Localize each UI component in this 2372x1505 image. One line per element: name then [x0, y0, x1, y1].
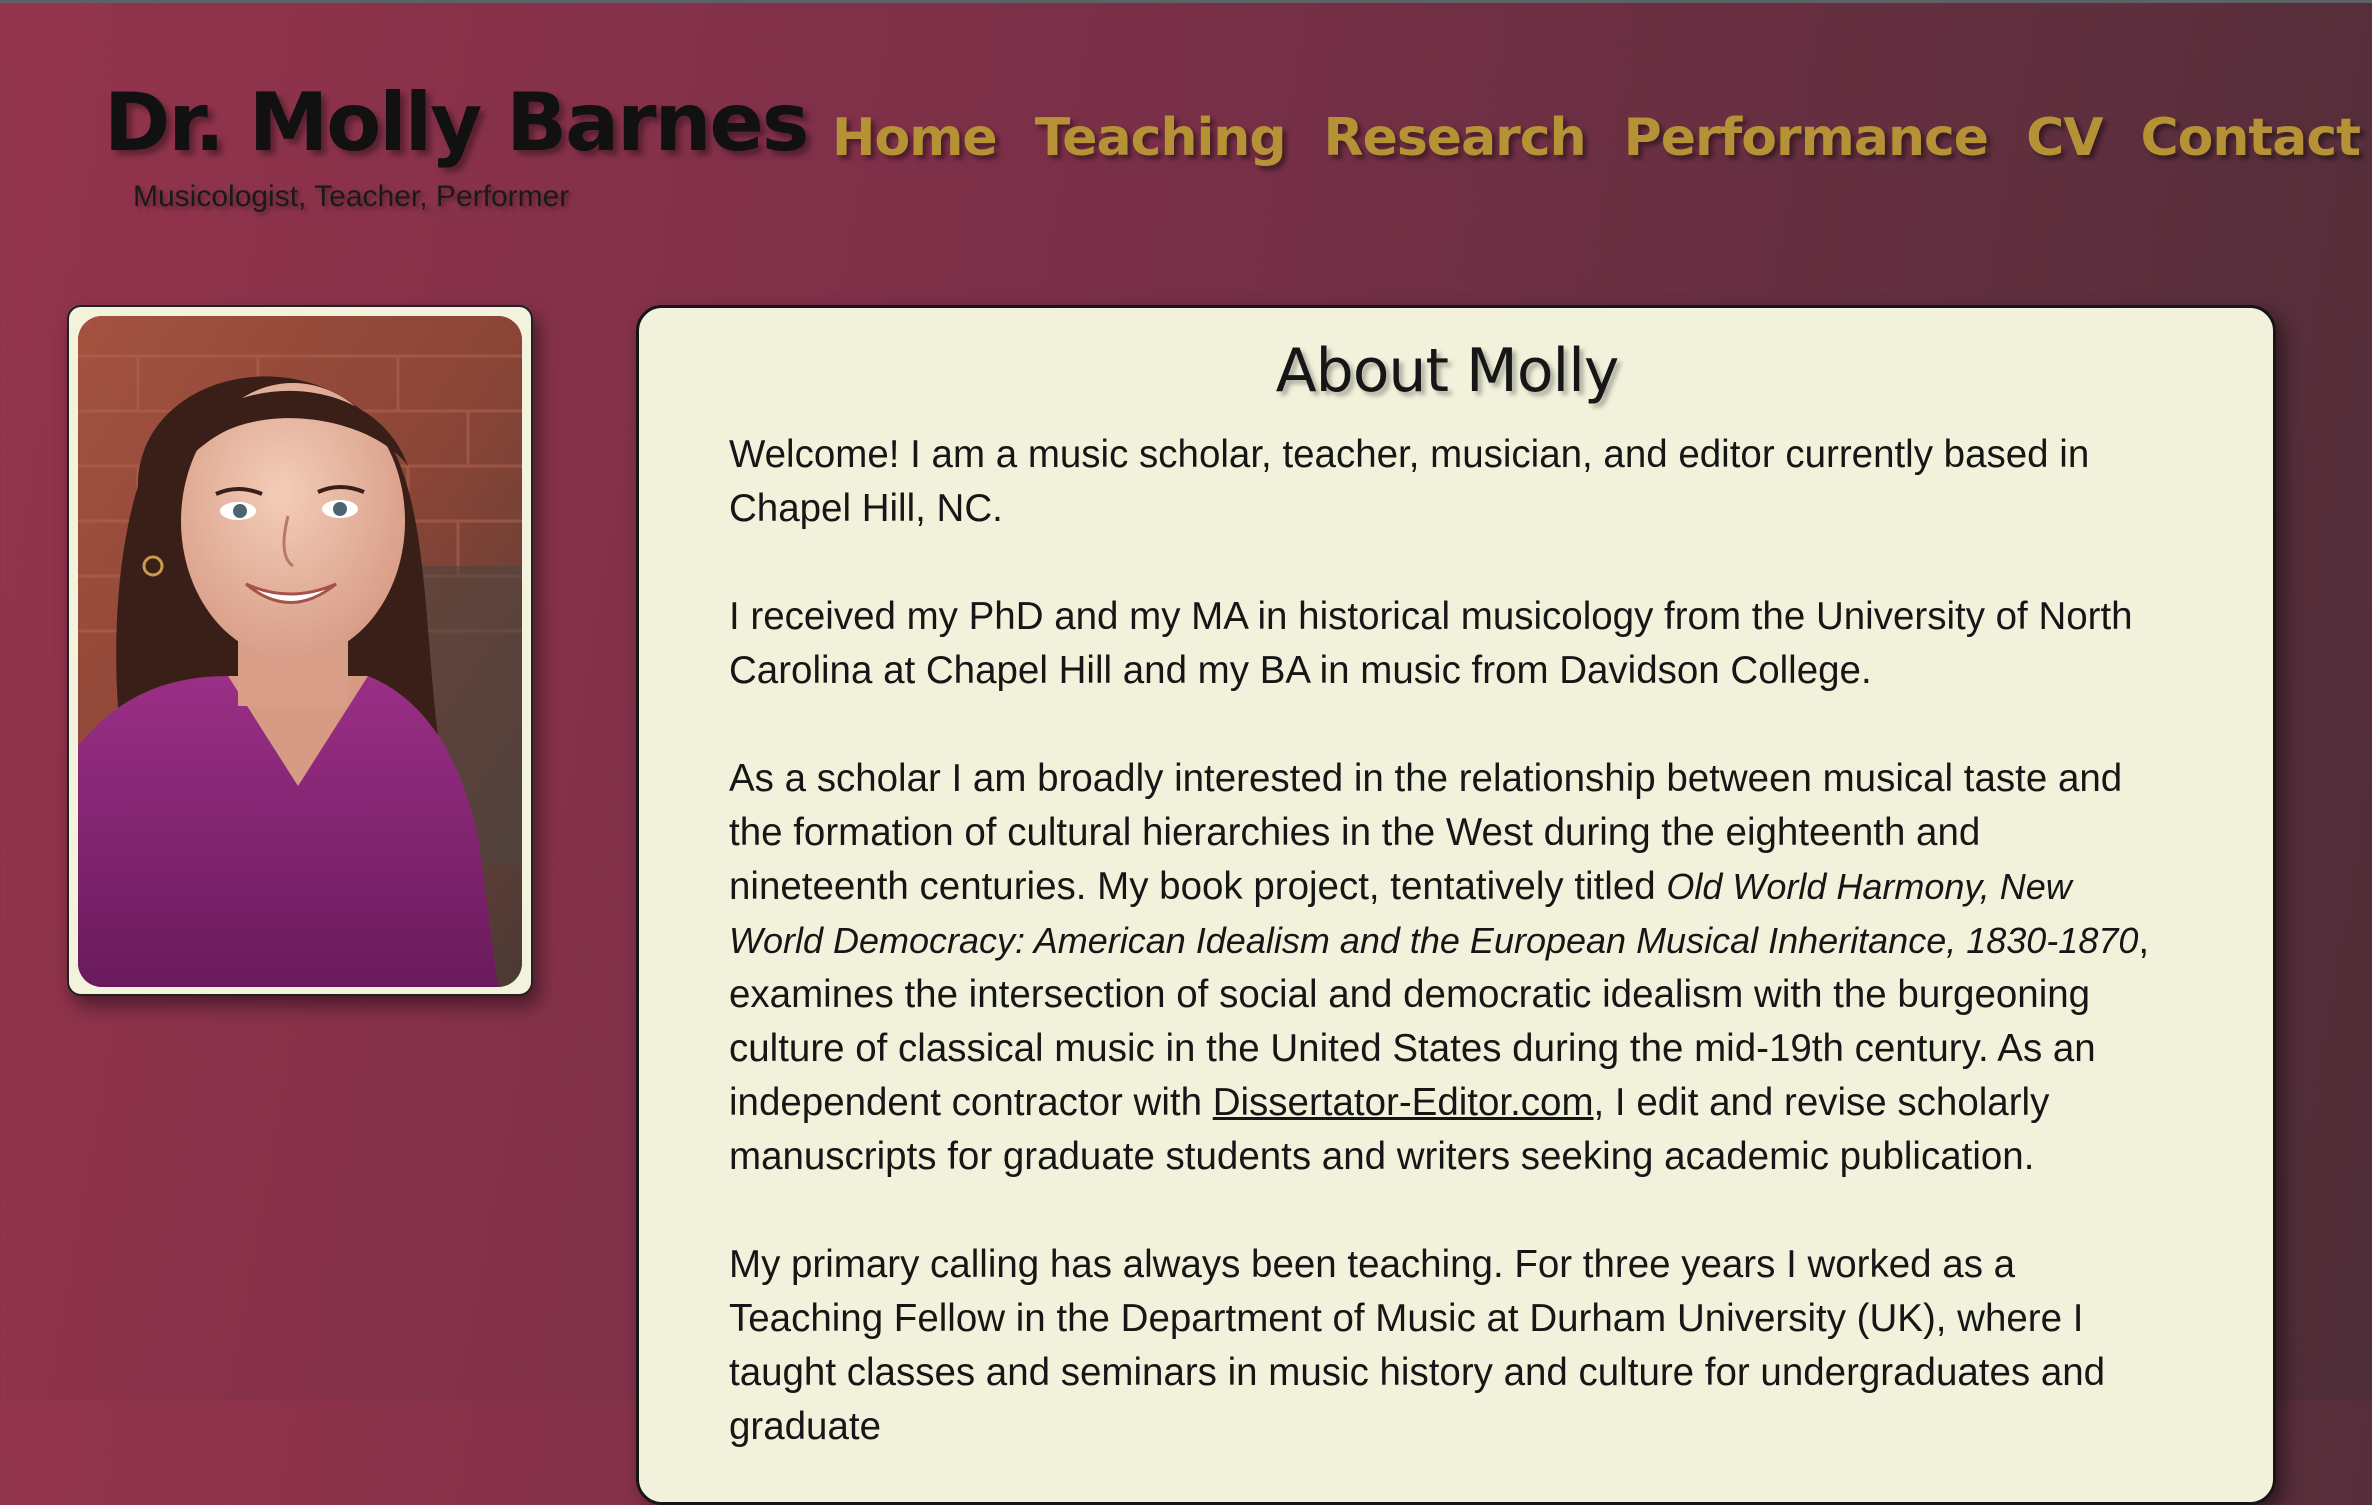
nav-teaching-link[interactable]: Teaching	[1035, 108, 1287, 168]
portrait-photo	[78, 316, 522, 987]
portrait-illustration	[78, 316, 522, 987]
nav-contact-link[interactable]: Contact	[2140, 108, 2361, 168]
dissertator-editor-link[interactable]: Dissertator-Editor.com	[1213, 1081, 1594, 1124]
nav-performance-link[interactable]: Performance	[1624, 108, 1989, 168]
site-title: Dr. Molly Barnes	[104, 76, 809, 169]
nav-home-link[interactable]: Home	[832, 108, 998, 168]
main-nav: Home Teaching Research Performance CV Co…	[832, 108, 2361, 168]
intro-paragraph: Welcome! I am a music scholar, teacher, …	[729, 433, 2090, 530]
site-subtitle: Musicologist, Teacher, Performer	[133, 180, 570, 213]
top-rule	[0, 0, 2372, 3]
photo-frame	[67, 305, 533, 996]
teaching-paragraph: My primary calling has always been teach…	[729, 1243, 2106, 1448]
about-card: About Molly Welcome! I am a music schola…	[636, 305, 2276, 1505]
research-paragraph: As a scholar I am broadly interested in …	[729, 752, 2165, 1184]
nav-research-link[interactable]: Research	[1324, 108, 1587, 168]
education-paragraph: I received my PhD and my MA in historica…	[729, 595, 2133, 692]
nav-cv-link[interactable]: CV	[2026, 108, 2103, 168]
about-heading: About Molly	[1275, 336, 1620, 406]
